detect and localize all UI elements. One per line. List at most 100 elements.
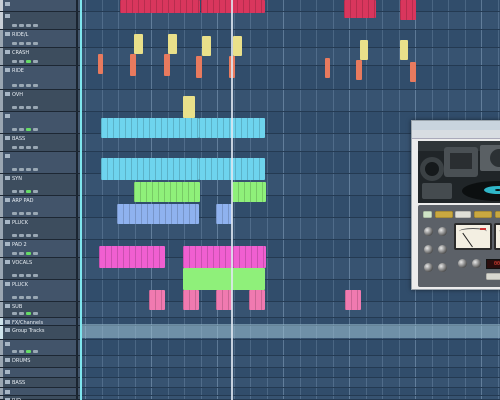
mode-button-1[interactable] (435, 211, 453, 218)
track-lane[interactable] (82, 66, 500, 90)
mute-button[interactable] (12, 190, 17, 193)
red-clip[interactable] (120, 0, 200, 13)
mute-button[interactable] (12, 24, 17, 27)
magenta-clip[interactable] (99, 246, 165, 268)
track-header[interactable]: BASS (0, 378, 80, 388)
track-header[interactable] (0, 388, 80, 396)
mute-button[interactable] (12, 296, 17, 299)
track-header[interactable]: Group Tracks (0, 326, 80, 340)
solo-button[interactable] (19, 24, 24, 27)
monitor-button[interactable] (26, 252, 31, 255)
pink-clip[interactable] (149, 290, 165, 310)
solo-button[interactable] (19, 106, 24, 109)
on-button[interactable] (423, 211, 432, 218)
monitor-button[interactable] (26, 84, 31, 87)
knob-icon[interactable] (424, 227, 433, 236)
monitor-button[interactable] (26, 24, 31, 27)
orange-clip[interactable] (164, 54, 170, 76)
magenta-clip[interactable] (233, 246, 266, 268)
mode-button-3[interactable] (474, 211, 492, 218)
track-header[interactable]: CRASH (0, 48, 80, 66)
pink-clip[interactable] (183, 290, 199, 310)
track-header[interactable]: PLUCK (0, 218, 80, 240)
record-button[interactable] (33, 128, 38, 131)
yellow-clip[interactable] (134, 34, 143, 54)
record-button[interactable] (33, 234, 38, 237)
monitor-button[interactable] (26, 312, 31, 315)
bypass-button[interactable] (486, 273, 500, 280)
record-button[interactable] (33, 60, 38, 63)
magenta-clip[interactable] (183, 246, 233, 268)
solo-button[interactable] (19, 212, 24, 215)
record-button[interactable] (33, 350, 38, 353)
yellow-clip[interactable] (168, 34, 177, 54)
mode-button-2[interactable] (455, 211, 471, 218)
track-header[interactable]: SUB (0, 302, 80, 318)
record-button[interactable] (33, 274, 38, 277)
green-clip[interactable] (134, 182, 200, 202)
mute-button[interactable] (12, 106, 17, 109)
plugin-window[interactable]: ✕ (411, 120, 500, 290)
monitor-button[interactable] (26, 350, 31, 353)
record-button[interactable] (33, 106, 38, 109)
monitor-button[interactable] (26, 234, 31, 237)
knob-icon[interactable] (424, 263, 433, 272)
track-lane[interactable] (82, 378, 500, 388)
track-lane[interactable] (82, 12, 500, 30)
red-clip[interactable] (400, 0, 416, 20)
track-header[interactable] (0, 0, 80, 12)
track-header[interactable]: R/D (0, 396, 80, 400)
monitor-button[interactable] (26, 296, 31, 299)
track-lane[interactable] (82, 48, 500, 66)
solo-button[interactable] (19, 168, 24, 171)
record-button[interactable] (33, 312, 38, 315)
track-header[interactable] (0, 340, 80, 356)
knob-icon[interactable] (438, 245, 447, 254)
yellow-clip[interactable] (202, 36, 211, 56)
solo-button[interactable] (19, 60, 24, 63)
mute-button[interactable] (12, 42, 17, 45)
green-clip[interactable] (183, 268, 265, 290)
pink-clip[interactable] (249, 290, 265, 310)
monitor-button[interactable] (26, 128, 31, 131)
monitor-button[interactable] (26, 190, 31, 193)
cyan-clip[interactable] (101, 158, 199, 180)
orange-clip[interactable] (325, 58, 330, 78)
track-lane[interactable] (82, 388, 500, 396)
solo-button[interactable] (19, 296, 24, 299)
red-clip[interactable] (201, 0, 265, 13)
record-button[interactable] (33, 190, 38, 193)
monitor-button[interactable] (26, 42, 31, 45)
mode-button-4[interactable] (495, 211, 500, 218)
solo-button[interactable] (19, 234, 24, 237)
track-header[interactable]: FX/Channels (0, 318, 80, 326)
pink-clip[interactable] (216, 290, 232, 310)
mute-button[interactable] (12, 128, 17, 131)
solo-button[interactable] (19, 84, 24, 87)
record-button[interactable] (33, 296, 38, 299)
mute-button[interactable] (12, 234, 17, 237)
track-header[interactable]: DRUMS (0, 356, 80, 368)
track-header[interactable]: ARP PAD (0, 196, 80, 218)
mute-button[interactable] (12, 252, 17, 255)
track-header[interactable]: BASS (0, 134, 80, 152)
record-button[interactable] (33, 84, 38, 87)
mute-button[interactable] (12, 274, 17, 277)
blue-clip[interactable] (216, 204, 232, 224)
blue-clip[interactable] (117, 204, 199, 224)
orange-clip[interactable] (410, 62, 416, 82)
solo-button[interactable] (19, 274, 24, 277)
track-lane[interactable] (82, 340, 500, 356)
record-button[interactable] (33, 212, 38, 215)
yellow-clip[interactable] (360, 40, 368, 60)
knob-icon[interactable] (424, 245, 433, 254)
orange-clip[interactable] (356, 60, 362, 80)
track-lane[interactable] (82, 30, 500, 48)
track-header[interactable]: SYN (0, 174, 80, 196)
track-header[interactable] (0, 152, 80, 174)
mute-button[interactable] (12, 146, 17, 149)
track-header[interactable] (0, 12, 80, 30)
orange-clip[interactable] (196, 56, 202, 78)
monitor-button[interactable] (26, 212, 31, 215)
solo-button[interactable] (19, 128, 24, 131)
